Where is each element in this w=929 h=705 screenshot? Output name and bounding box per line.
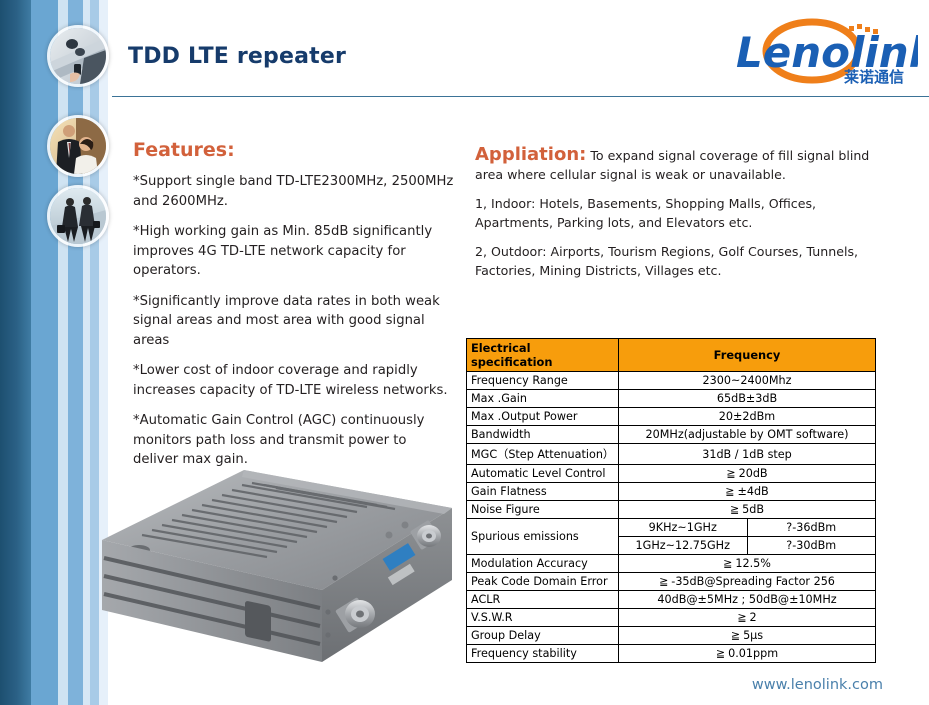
table-row: ACLR 40dB@±5MHz ; 50dB@±10MHz <box>466 590 876 609</box>
spec-value: 65dB±3dB <box>618 389 876 408</box>
table-row-spurious: Spurious emissions 9KHz~1GHz ?-36dBm <box>466 518 876 555</box>
column-header-frequency: Frequency <box>618 338 876 372</box>
page-title: TDD LTE repeater <box>128 44 347 69</box>
spec-label: Modulation Accuracy <box>466 554 619 573</box>
spec-label: Noise Figure <box>466 500 619 519</box>
feature-item: *Automatic Gain Control (AGC) continuous… <box>133 413 425 467</box>
spec-value: 20±2dBm <box>618 407 876 426</box>
logo-chinese-name: 莱诺通信 <box>844 68 904 86</box>
header-divider <box>112 96 929 97</box>
spurious-range: 1GHz~12.75GHz <box>618 536 748 555</box>
table-row: MGC（Step Attenuation） 31dB / 1dB step <box>466 443 876 465</box>
spec-label: ACLR <box>466 590 619 609</box>
spec-label: Group Delay <box>466 626 619 645</box>
spurious-level: ?-30dBm <box>746 536 876 555</box>
application-item: 1, Indoor: Hotels, Basements, Shopping M… <box>475 196 817 230</box>
spec-label: Frequency stability <box>466 644 619 663</box>
spec-label: Automatic Level Control <box>466 464 619 483</box>
spec-label: Peak Code Domain Error <box>466 572 619 591</box>
spec-label: V.S.W.R <box>466 608 619 627</box>
photo-business-pair <box>47 115 109 177</box>
spec-value: 12.5% <box>618 554 876 573</box>
footer-website-url[interactable]: www.lenolink.com <box>752 677 883 693</box>
spec-value: 2300~2400Mhz <box>618 371 876 390</box>
sidebar-stripe-dark <box>0 0 31 705</box>
table-row: Modulation Accuracy 12.5% <box>466 554 876 573</box>
features-list: *Support single band TD-LTE2300MHz, 2500… <box>133 172 455 481</box>
spec-value: 20MHz(adjustable by OMT software) <box>618 425 876 444</box>
spec-value: 0.01ppm <box>618 644 876 663</box>
application-heading: Appliation: <box>475 144 587 165</box>
application-lead: Appliation: To expand signal coverage of… <box>475 144 880 184</box>
table-row: V.S.W.R 2 <box>466 608 876 627</box>
sidebar-stripe-mid-2 <box>68 0 83 705</box>
spurious-range: 9KHz~1GHz <box>618 518 748 537</box>
tdd-lte-repeater-unit <box>92 462 472 687</box>
table-row: Frequency stability 0.01ppm <box>466 644 876 663</box>
table-row: Gain Flatness ±4dB <box>466 482 876 501</box>
spec-label: Spurious emissions <box>466 518 619 555</box>
spec-value: 5dB <box>618 500 876 519</box>
spec-value: ±4dB <box>618 482 876 501</box>
spurious-level: ?-36dBm <box>746 518 876 537</box>
table-row: Max .Gain 65dB±3dB <box>466 389 876 408</box>
sidebar-stripe-pale-1 <box>58 0 68 705</box>
feature-item: *Support single band TD-LTE2300MHz, 2500… <box>133 174 454 209</box>
table-row: Peak Code Domain Error -35dB@Spreading F… <box>466 572 876 591</box>
application-section: Appliation: To expand signal coverage of… <box>475 144 880 291</box>
table-row: Group Delay 5μs <box>466 626 876 645</box>
feature-item: *Significantly improve data rates in bot… <box>133 293 440 348</box>
feature-item: *Lower cost of indoor coverage and rapid… <box>133 363 448 398</box>
sidebar-stripe-mid <box>31 0 58 705</box>
photo-commuters <box>47 185 109 247</box>
table-row: Automatic Level Control 20dB <box>466 464 876 483</box>
table-row: Max .Output Power 20±2dBm <box>466 407 876 426</box>
spec-value: 40dB@±5MHz ; 50dB@±10MHz <box>618 590 876 609</box>
column-header-specification: Electrical specification <box>466 338 619 372</box>
spec-value: 5μs <box>618 626 876 645</box>
spec-value: 31dB / 1dB step <box>618 443 876 465</box>
spec-label: MGC（Step Attenuation） <box>466 443 619 465</box>
table-header-row: Electrical specification Frequency <box>466 338 876 372</box>
photo-businessman-phone <box>47 25 109 87</box>
spec-label: Gain Flatness <box>466 482 619 501</box>
spec-value: 2 <box>618 608 876 627</box>
feature-item: *High working gain as Min. 85dB signific… <box>133 224 433 278</box>
spec-label: Max .Output Power <box>466 407 619 426</box>
table-row: Noise Figure 5dB <box>466 500 876 519</box>
electrical-specification-table: Electrical specification Frequency Frequ… <box>466 338 876 663</box>
spec-value: 20dB <box>618 464 876 483</box>
spec-label: Frequency Range <box>466 371 619 390</box>
table-row: Frequency Range 2300~2400Mhz <box>466 371 876 390</box>
table-row: Bandwidth 20MHz(adjustable by OMT softwa… <box>466 425 876 444</box>
spec-value: -35dB@Spreading Factor 256 <box>618 572 876 591</box>
spec-label: Bandwidth <box>466 425 619 444</box>
application-item: 2, Outdoor: Airports, Tourism Regions, G… <box>475 244 859 278</box>
features-heading: Features: <box>133 139 235 161</box>
lenolink-logo: Lenolink 莱诺通信 <box>726 16 918 88</box>
spec-label: Max .Gain <box>466 389 619 408</box>
sidebar-stripe-pale-2 <box>83 0 90 705</box>
